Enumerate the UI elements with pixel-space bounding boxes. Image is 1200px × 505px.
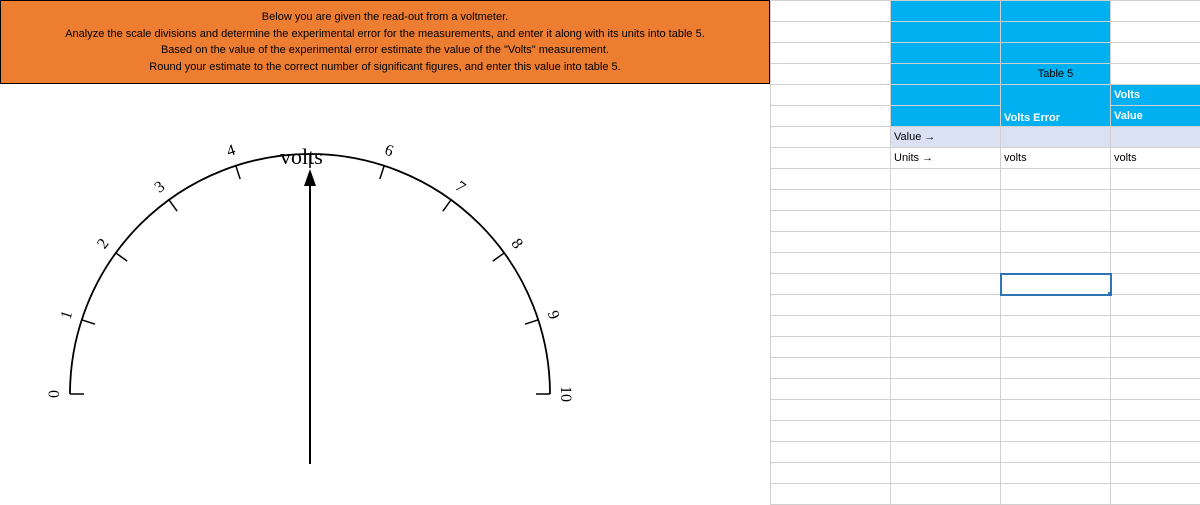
table-row <box>771 169 1200 190</box>
cell[interactable] <box>891 85 1001 106</box>
cell[interactable] <box>771 22 891 43</box>
table-row <box>771 295 1200 316</box>
table-row <box>771 421 1200 442</box>
header-volts-value-line1[interactable]: Volts <box>1111 85 1200 106</box>
left-panel: Below you are given the read-out from a … <box>0 0 770 494</box>
cell[interactable] <box>771 127 891 148</box>
gauge-tick-label: 1 <box>58 309 77 322</box>
gauge-tick-label: 2 <box>94 236 112 252</box>
table-row <box>771 232 1200 253</box>
selected-cell[interactable] <box>1001 274 1111 295</box>
instruction-line: Based on the value of the experimental e… <box>11 42 759 59</box>
gauge-tick-label: 3 <box>152 178 168 196</box>
units-volts-error[interactable]: volts <box>1001 148 1111 169</box>
cell[interactable] <box>771 106 891 127</box>
table-row <box>771 379 1200 400</box>
cell[interactable] <box>1001 22 1111 43</box>
cell[interactable] <box>891 1 1001 22</box>
table-row <box>771 358 1200 379</box>
table5[interactable]: Table 5 Volts Error Volts Value Value → … <box>770 0 1200 505</box>
gauge-tick-label: 7 <box>452 178 468 196</box>
value-volts-error[interactable] <box>1001 127 1111 148</box>
instruction-line: Round your estimate to the correct numbe… <box>11 59 759 76</box>
cell[interactable] <box>1111 64 1200 85</box>
instruction-line: Below you are given the read-out from a … <box>11 9 759 26</box>
table-row <box>771 484 1200 505</box>
cell[interactable] <box>771 64 891 85</box>
gauge-tick <box>169 200 177 211</box>
cell[interactable] <box>1001 43 1111 64</box>
table-title-cell[interactable]: Table 5 <box>1001 64 1111 85</box>
gauge-tick-label: 6 <box>383 144 396 160</box>
table-row <box>771 22 1200 43</box>
row-label-units[interactable]: Units → <box>891 148 1001 169</box>
cell[interactable] <box>771 85 891 106</box>
gauge-tick <box>525 320 538 324</box>
table-row <box>771 253 1200 274</box>
cell[interactable] <box>1111 22 1200 43</box>
header-volts-error[interactable]: Volts Error <box>1001 85 1111 127</box>
row-label-value[interactable]: Value → <box>891 127 1001 148</box>
cell[interactable] <box>771 148 891 169</box>
table-row <box>771 43 1200 64</box>
gauge-tick <box>493 253 504 261</box>
gauge-tick-label: 0 <box>46 390 63 398</box>
fill-handle-icon[interactable] <box>1108 292 1111 295</box>
table-row: Value → <box>771 127 1200 148</box>
table-row <box>771 1 1200 22</box>
cell[interactable] <box>891 106 1001 127</box>
cell[interactable] <box>1001 1 1111 22</box>
table-row: Value <box>771 106 1200 127</box>
instruction-line: Analyze the scale divisions and determin… <box>11 26 759 43</box>
cell[interactable] <box>771 1 891 22</box>
voltmeter-gauge: 0 1 2 3 4 5 6 7 8 9 10 <box>40 144 600 494</box>
value-volts-value[interactable] <box>1111 127 1200 148</box>
table-row <box>771 463 1200 484</box>
units-volts-value[interactable]: volts <box>1111 148 1200 169</box>
table-row: Table 5 <box>771 64 1200 85</box>
table-row <box>771 337 1200 358</box>
cell[interactable] <box>1111 43 1200 64</box>
table-row <box>771 316 1200 337</box>
gauge-tick-label: 8 <box>507 236 525 252</box>
voltmeter-area: volts 012345678910 <box>0 84 770 494</box>
table-row <box>771 190 1200 211</box>
gauge-tick <box>82 320 95 324</box>
table-row <box>771 442 1200 463</box>
cell[interactable] <box>891 64 1001 85</box>
cell[interactable] <box>1111 1 1200 22</box>
cell[interactable] <box>771 43 891 64</box>
gauge-tick <box>236 166 240 179</box>
gauge-tick-label: 9 <box>544 309 563 322</box>
spreadsheet-panel: Table 5 Volts Error Volts Value Value → … <box>770 0 1200 505</box>
instructions-box: Below you are given the read-out from a … <box>0 0 770 84</box>
gauge-tick <box>443 200 451 211</box>
gauge-tick <box>116 253 127 261</box>
gauge-tick <box>380 166 384 179</box>
cell[interactable] <box>891 22 1001 43</box>
gauge-tick-label: 5 <box>306 144 314 147</box>
gauge-needle-tip <box>304 169 316 186</box>
table-row <box>771 400 1200 421</box>
table-row <box>771 211 1200 232</box>
table-row <box>771 274 1200 295</box>
gauge-tick-label: 10 <box>557 386 574 402</box>
table-row: Volts Error Volts <box>771 85 1200 106</box>
header-volts-value-line2[interactable]: Value <box>1111 106 1200 127</box>
table-row: Units → volts volts <box>771 148 1200 169</box>
cell[interactable] <box>891 43 1001 64</box>
gauge-tick-label: 4 <box>225 144 238 160</box>
